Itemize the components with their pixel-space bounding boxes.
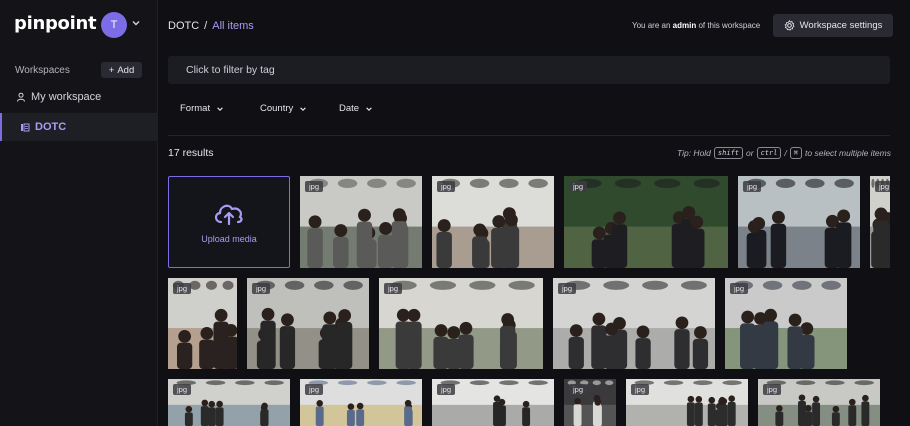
country-filter-label: Country	[260, 103, 294, 114]
format-badge: jpg	[252, 283, 271, 294]
tip-or: or	[746, 148, 754, 158]
format-badge: jpg	[437, 181, 456, 192]
role-notice: You are an admin of this workspace	[632, 21, 760, 30]
format-badge: jpg	[569, 384, 588, 395]
gear-icon	[784, 20, 795, 31]
format-badge: jpg	[763, 384, 782, 395]
upload-media-button[interactable]: Upload media	[168, 176, 290, 268]
app-logo[interactable]: pinpoint	[14, 13, 97, 34]
media-thumbnail[interactable]: jpg	[168, 379, 290, 426]
workspace-settings-label: Workspace settings	[799, 20, 883, 31]
sidebar-item-dotc[interactable]: DOTC	[0, 113, 158, 141]
chevron-down-icon	[366, 106, 372, 111]
cmd-key: ⌘	[789, 147, 803, 159]
breadcrumb-workspace[interactable]: DOTC	[168, 20, 199, 32]
date-filter-dropdown[interactable]: Date	[339, 103, 373, 114]
breadcrumb: DOTC / All items	[168, 20, 254, 32]
shift-key: shift	[713, 147, 743, 159]
format-badge: jpg	[173, 384, 192, 395]
workspaces-heading: Workspaces	[15, 65, 70, 76]
format-badge: jpg	[384, 283, 403, 294]
media-thumbnail[interactable]: jpg	[553, 278, 715, 369]
sidebar-item-label: My workspace	[31, 91, 102, 103]
plus-icon: +	[108, 64, 115, 76]
media-thumbnail[interactable]: jpg	[168, 278, 237, 369]
format-badge: jpg	[173, 283, 192, 294]
format-filter-label: Format	[180, 103, 211, 114]
media-thumbnail[interactable]: jpg	[564, 379, 616, 426]
date-filter-label: Date	[339, 103, 360, 114]
role-suffix: of this workspace	[698, 21, 761, 30]
add-workspace-button[interactable]: + Add	[101, 62, 142, 78]
sidebar: pinpoint T Workspaces + Add My workspace…	[0, 0, 158, 426]
media-thumbnail[interactable]: jpg	[725, 278, 847, 369]
library-icon	[21, 123, 30, 132]
sidebar-item-my-workspace[interactable]: My workspace	[0, 83, 158, 111]
media-thumbnail[interactable]: jpg	[300, 176, 422, 268]
breadcrumb-all-items[interactable]: All items	[212, 20, 254, 32]
chevron-down-icon	[300, 106, 307, 111]
photo-image	[553, 278, 715, 369]
media-thumbnail[interactable]: jpg	[758, 379, 880, 426]
format-badge: jpg	[558, 283, 577, 294]
country-filter-dropdown[interactable]: Country	[260, 103, 307, 114]
tip-suffix: to select multiple items	[805, 148, 891, 158]
media-thumbnail[interactable]: jpg	[379, 278, 543, 369]
format-badge: jpg	[305, 384, 324, 395]
tip-prefix: Tip: Hold	[676, 148, 711, 158]
media-thumbnail[interactable]: jpg	[626, 379, 748, 426]
media-thumbnail[interactable]: jpg	[300, 379, 422, 426]
add-workspace-label: Add	[117, 64, 135, 76]
main-content: DOTC / All items You are an admin of thi…	[158, 0, 910, 426]
format-filter-dropdown[interactable]: Format	[180, 103, 224, 114]
photo-image	[564, 176, 728, 268]
results-count: 17 results	[168, 147, 214, 159]
upload-media-label: Upload media	[201, 234, 257, 244]
tip-slash: /	[784, 148, 787, 158]
user-avatar[interactable]: T	[101, 12, 127, 38]
multi-select-tip: Tip: Hold shift or ctrl / ⌘ to select mu…	[677, 147, 891, 159]
chevron-down-icon	[217, 106, 223, 111]
ctrl-key: ctrl	[756, 147, 782, 159]
media-thumbnail[interactable]: jpg	[564, 176, 728, 268]
cloud-upload-icon	[214, 204, 243, 226]
tag-filter-input[interactable]: Click to filter by tag	[168, 56, 890, 84]
photo-image	[379, 278, 543, 369]
format-badge: jpg	[631, 384, 650, 395]
format-badge: jpg	[875, 181, 890, 192]
format-badge: jpg	[437, 384, 456, 395]
role-prefix: You are an	[632, 21, 671, 30]
media-thumbnail[interactable]: jpg	[247, 278, 369, 369]
format-badge: jpg	[730, 283, 749, 294]
divider	[168, 135, 890, 136]
format-badge: jpg	[743, 181, 762, 192]
media-thumbnail[interactable]: jpg	[432, 379, 554, 426]
format-badge: jpg	[569, 181, 588, 192]
media-thumbnail[interactable]: jpg	[870, 176, 890, 268]
format-badge: jpg	[305, 181, 324, 192]
workspace-settings-button[interactable]: Workspace settings	[773, 14, 893, 37]
media-thumbnail[interactable]: jpg	[432, 176, 554, 268]
breadcrumb-separator: /	[204, 20, 208, 32]
media-thumbnail[interactable]: jpg	[738, 176, 860, 268]
sidebar-item-label: DOTC	[35, 121, 67, 133]
chevron-down-icon[interactable]	[131, 18, 141, 28]
user-icon	[17, 92, 25, 102]
role-value: admin	[672, 21, 697, 30]
